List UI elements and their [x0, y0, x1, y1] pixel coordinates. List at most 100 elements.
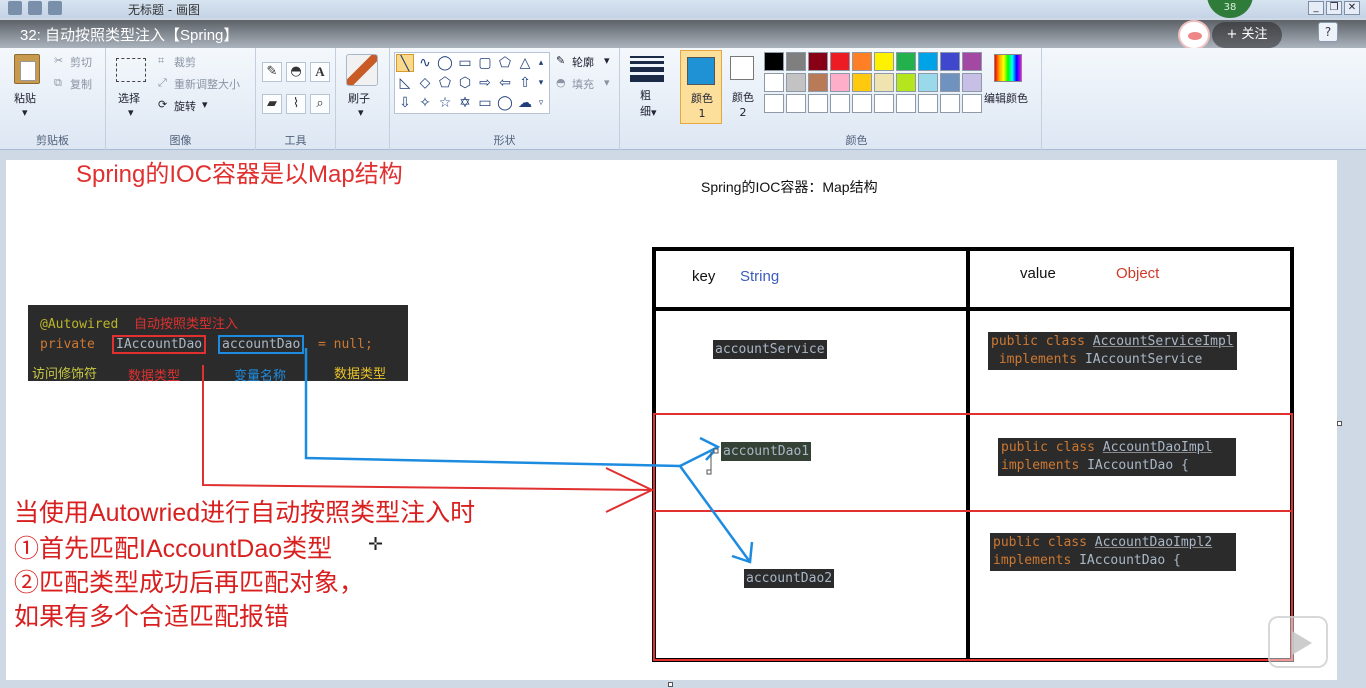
crop-button[interactable]: 裁剪: [174, 54, 196, 70]
right-arrow-shape-icon[interactable]: ⇨: [476, 74, 494, 92]
uploader-avatar[interactable]: [1178, 20, 1210, 50]
undo-icon[interactable]: [48, 1, 62, 15]
palette-color-swatch[interactable]: [764, 73, 784, 92]
pentagon-shape-icon[interactable]: ⬠: [436, 74, 454, 92]
copy-icon[interactable]: ⧉: [54, 76, 62, 90]
callout-oval-shape-icon[interactable]: ◯: [496, 94, 514, 112]
resize-button[interactable]: 重新调整大小: [174, 76, 240, 92]
fill-icon[interactable]: ◓: [556, 76, 566, 89]
palette-color-swatch[interactable]: [852, 52, 872, 71]
palette-color-swatch[interactable]: [962, 52, 982, 71]
callout-rect-shape-icon[interactable]: ▭: [476, 94, 494, 112]
rectangle-shape-icon[interactable]: ▭: [456, 54, 474, 72]
paste-icon[interactable]: [14, 54, 40, 84]
down-arrow-shape-icon[interactable]: ⇩: [396, 94, 414, 112]
color2-swatch[interactable]: [730, 56, 754, 80]
triangle-shape-icon[interactable]: △: [516, 54, 534, 72]
palette-color-swatch[interactable]: [874, 73, 894, 92]
copy-button[interactable]: 复制: [70, 76, 92, 92]
diamond-shape-icon[interactable]: ◇: [416, 74, 434, 92]
size-button[interactable]: 粗 细: [640, 88, 651, 120]
crop-icon[interactable]: ⌗: [158, 54, 164, 68]
paint-app-icon[interactable]: [8, 1, 22, 15]
line-shape-icon[interactable]: ╲: [396, 54, 414, 72]
minimize-button[interactable]: _: [1308, 1, 1324, 15]
callout-cloud-shape-icon[interactable]: ☁: [516, 94, 534, 112]
select-icon[interactable]: [116, 58, 146, 82]
palette-color-swatch[interactable]: [830, 52, 850, 71]
palette-color-swatch[interactable]: [940, 73, 960, 92]
palette-color-swatch[interactable]: [962, 73, 982, 92]
palette-color-swatch[interactable]: [808, 73, 828, 92]
shapes-scroll-up-icon[interactable]: ▴: [534, 54, 548, 72]
palette-color-swatch[interactable]: [830, 94, 850, 113]
outline-dropdown-icon[interactable]: ▾: [604, 54, 610, 67]
drawing-canvas[interactable]: Spring的IOC容器是以Map结构 Spring的IOC容器：Map结构 @…: [6, 160, 1337, 680]
rotate-button[interactable]: 旋转: [174, 98, 196, 114]
canvas-resize-handle-bottom[interactable]: [668, 682, 673, 687]
help-button[interactable]: ?: [1318, 22, 1338, 42]
up-arrow-shape-icon[interactable]: ⇧: [516, 74, 534, 92]
four-point-star-shape-icon[interactable]: ✧: [416, 94, 434, 112]
palette-color-swatch[interactable]: [786, 94, 806, 113]
palette-color-swatch[interactable]: [874, 94, 894, 113]
save-icon[interactable]: [28, 1, 42, 15]
close-button[interactable]: ✕: [1344, 1, 1360, 15]
palette-color-swatch[interactable]: [808, 52, 828, 71]
rounded-rectangle-shape-icon[interactable]: ▢: [476, 54, 494, 72]
select-dropdown-icon[interactable]: ▾: [128, 106, 134, 119]
eraser-icon[interactable]: ▰: [262, 94, 282, 114]
palette-color-swatch[interactable]: [896, 52, 916, 71]
canvas-resize-handle-right[interactable]: [1337, 421, 1342, 426]
palette-color-swatch[interactable]: [852, 94, 872, 113]
five-point-star-shape-icon[interactable]: ☆: [436, 94, 454, 112]
polygon-shape-icon[interactable]: ⬠: [496, 54, 514, 72]
palette-color-swatch[interactable]: [918, 73, 938, 92]
palette-color-swatch[interactable]: [896, 73, 916, 92]
six-point-star-shape-icon[interactable]: ✡: [456, 94, 474, 112]
paste-button[interactable]: 粘贴: [14, 90, 36, 106]
rotate-dropdown-icon[interactable]: ▾: [202, 98, 208, 111]
shapes-expand-icon[interactable]: ▿: [534, 94, 548, 112]
palette-color-swatch[interactable]: [786, 52, 806, 71]
play-button-icon[interactable]: [1268, 616, 1328, 668]
select-button[interactable]: 选择: [118, 90, 140, 106]
text-tool-icon[interactable]: A: [310, 62, 330, 82]
edit-colors-button[interactable]: 编辑颜色: [984, 90, 1028, 106]
hexagon-shape-icon[interactable]: ⬡: [456, 74, 474, 92]
edit-colors-icon[interactable]: [994, 54, 1022, 82]
palette-color-swatch[interactable]: [918, 52, 938, 71]
outline-icon[interactable]: ✎: [556, 54, 565, 67]
palette-color-swatch[interactable]: [764, 52, 784, 71]
right-triangle-shape-icon[interactable]: ◺: [396, 74, 414, 92]
color-picker-icon[interactable]: ⌇: [286, 94, 306, 114]
color1-button[interactable]: 颜色 1: [680, 50, 722, 124]
resize-icon[interactable]: ⤢: [158, 76, 167, 90]
palette-color-swatch[interactable]: [852, 73, 872, 92]
paste-dropdown-icon[interactable]: ▾: [22, 106, 28, 119]
brushes-dropdown-icon[interactable]: ▾: [358, 106, 364, 119]
restore-button[interactable]: ❐: [1326, 1, 1342, 15]
brush-icon[interactable]: [346, 54, 378, 86]
cut-icon[interactable]: ✂: [54, 54, 63, 67]
palette-color-swatch[interactable]: [808, 94, 828, 113]
outline-button[interactable]: 轮廓: [572, 54, 594, 70]
brushes-button[interactable]: 刷子: [348, 90, 370, 106]
fill-bucket-icon[interactable]: ◓: [286, 62, 306, 82]
magnifier-icon[interactable]: ⌕: [310, 94, 330, 114]
palette-color-swatch[interactable]: [896, 94, 916, 113]
palette-color-swatch[interactable]: [786, 73, 806, 92]
palette-color-swatch[interactable]: [918, 94, 938, 113]
palette-color-swatch[interactable]: [940, 52, 960, 71]
left-arrow-shape-icon[interactable]: ⇦: [496, 74, 514, 92]
size-dropdown-icon[interactable]: ▾: [651, 106, 657, 119]
pencil-icon[interactable]: ✎: [262, 62, 282, 82]
curve-shape-icon[interactable]: ∿: [416, 54, 434, 72]
palette-color-swatch[interactable]: [962, 94, 982, 113]
fill-dropdown-icon[interactable]: ▾: [604, 76, 610, 89]
palette-color-swatch[interactable]: [940, 94, 960, 113]
palette-color-swatch[interactable]: [874, 52, 894, 71]
shapes-scroll-down-icon[interactable]: ▾: [534, 74, 548, 92]
fill-button[interactable]: 填充: [572, 76, 594, 92]
rotate-icon[interactable]: ⟳: [158, 98, 167, 111]
